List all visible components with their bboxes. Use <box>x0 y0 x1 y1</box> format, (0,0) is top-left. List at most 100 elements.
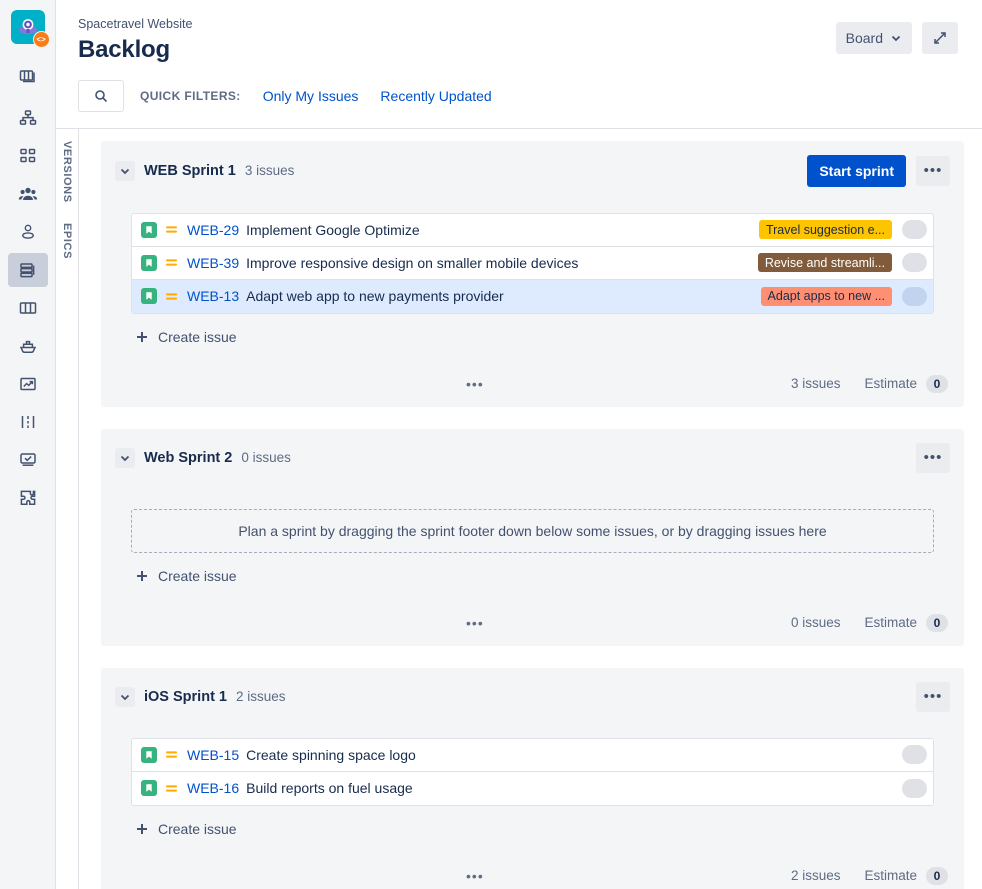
sprint-footer-drag-handle[interactable]: ••• <box>466 377 484 391</box>
equals-glyph-icon <box>166 226 177 234</box>
project-avatar[interactable]: <> <box>10 10 50 48</box>
start-sprint-button[interactable]: Start sprint <box>807 154 906 187</box>
side-panel-tabs: VERSIONS EPICS <box>56 128 79 889</box>
sidebar-item-apps[interactable] <box>8 139 48 173</box>
ship-icon <box>19 340 36 354</box>
sprint-footer-drag-handle[interactable]: ••• <box>466 869 484 883</box>
sprint-more-menu-button[interactable]: ••• <box>916 155 950 186</box>
sprint-footer-estimate-label: Estimate <box>864 376 917 392</box>
sidebar-item-backlog[interactable] <box>7 253 48 287</box>
issue-row[interactable]: WEB-39 Improve responsive design on small… <box>132 246 933 280</box>
sprint-issue-count: 3 issues <box>244 163 295 179</box>
sidebar-item-deployments[interactable] <box>8 443 48 477</box>
issue-row[interactable]: WEB-29 Implement Google Optimize Travel su… <box>132 213 933 247</box>
bookmark-glyph-icon <box>146 751 152 759</box>
epic-tag[interactable]: Adapt apps to new ... <box>760 286 892 306</box>
plus-icon <box>137 331 147 342</box>
assignee-avatar[interactable] <box>902 253 927 273</box>
tab-epics[interactable]: EPICS <box>61 223 73 259</box>
page-title: Backlog <box>78 36 170 63</box>
issue-row[interactable]: WEB-15 Create spinning space logo <box>132 738 933 772</box>
epic-tag[interactable]: Revise and streamli... <box>757 253 892 273</box>
sprint-section: WEB Sprint 1 3 issues Start sprint ••• WEB-2… <box>101 140 964 407</box>
sprint-empty-message: Plan a sprint by dragging the sprint foo… <box>238 522 827 539</box>
issue-key-link[interactable]: WEB-13 <box>187 288 239 304</box>
code-badge-icon: <> <box>32 31 50 48</box>
sprint-list[interactable]: WEB Sprint 1 3 issues Start sprint ••• WEB-2… <box>79 128 982 889</box>
chevron-down-icon <box>120 455 130 462</box>
sprint-footer-issue-count: 2 issues <box>790 868 841 884</box>
sprint-name: iOS Sprint 1 <box>144 688 227 705</box>
sidebar-item-board-list[interactable] <box>8 59 48 93</box>
sprint-footer-estimate-label: Estimate <box>864 868 917 884</box>
hierarchy-icon <box>19 110 36 125</box>
sidebar-item-issues[interactable] <box>8 405 48 439</box>
board-view-dropdown[interactable]: Board <box>835 22 912 54</box>
create-issue-button[interactable]: Create issue <box>129 564 243 588</box>
sprint-section: iOS Sprint 1 2 issues ••• WEB-15 Create spin… <box>101 667 964 889</box>
tab-versions[interactable]: VERSIONS <box>61 141 73 203</box>
create-issue-button[interactable]: Create issue <box>129 325 243 349</box>
sidebar-item-add-item[interactable] <box>8 481 48 515</box>
issue-list: WEB-15 Create spinning space logo WEB-16 Bu… <box>131 737 934 806</box>
sprint-footer-drag-handle[interactable]: ••• <box>466 616 484 630</box>
sprint-collapse-toggle[interactable] <box>115 160 135 181</box>
sidebar-item-releases[interactable] <box>8 329 48 363</box>
sprint-footer-estimate-value: 0 <box>926 866 948 885</box>
expand-fullscreen-button[interactable] <box>922 22 958 54</box>
bookmark-glyph-icon <box>146 784 152 793</box>
equals-glyph-icon <box>166 293 177 300</box>
sidebar-item-person[interactable] <box>8 215 48 249</box>
chevron-down-icon <box>120 694 130 701</box>
sidebar-item-board[interactable] <box>8 291 48 325</box>
sidebar-item-people[interactable] <box>8 177 48 211</box>
sprint-issue-count: 0 issues <box>241 450 291 466</box>
sprint-more-menu-button[interactable]: ••• <box>916 681 950 712</box>
bookmark-glyph-icon <box>146 226 152 234</box>
issue-type-story-icon <box>141 746 157 763</box>
monitor-check-icon <box>19 453 36 466</box>
issue-key-link[interactable]: WEB-39 <box>187 255 239 271</box>
quick-filter-only-my-issues[interactable]: Only My Issues <box>263 88 359 104</box>
sprint-footer-estimate-label: Estimate <box>864 615 917 631</box>
issue-summary: Adapt web app to new payments provider <box>246 288 504 305</box>
epic-tag[interactable]: Travel suggestion e... <box>758 220 892 240</box>
issue-row[interactable]: WEB-16 Build reports on fuel usage <box>132 771 933 805</box>
assignee-avatar[interactable] <box>902 745 927 765</box>
quick-filter-recently-updated[interactable]: Recently Updated <box>380 88 491 104</box>
grid-squares-icon <box>19 148 35 163</box>
sprint-collapse-toggle[interactable] <box>115 447 135 468</box>
sidebar-item-reports[interactable] <box>8 367 48 401</box>
issue-key-link[interactable]: WEB-29 <box>187 222 239 238</box>
create-issue-label: Create issue <box>158 820 237 837</box>
create-issue-button[interactable]: Create issue <box>129 817 243 841</box>
assignee-avatar[interactable] <box>902 778 927 798</box>
equals-glyph-icon <box>166 785 177 792</box>
issue-key-link[interactable]: WEB-16 <box>187 780 239 796</box>
sprint-footer: ••• 2 issues Estimate 0 <box>101 847 964 889</box>
assignee-avatar[interactable] <box>902 286 927 306</box>
chevron-down-icon <box>120 168 130 175</box>
priority-medium-icon <box>165 782 178 795</box>
quick-filters-bar: QUICK FILTERS: Only My Issues Recently U… <box>78 66 958 128</box>
assignee-avatar[interactable] <box>902 220 927 240</box>
sprint-collapse-toggle[interactable] <box>115 686 135 707</box>
backlog-body: VERSIONS EPICS WEB Sprint 1 3 issues Start… <box>56 128 982 889</box>
issue-row[interactable]: WEB-13 Adapt web app to new payments prov… <box>132 279 933 313</box>
sprint-more-menu-button[interactable]: ••• <box>916 442 950 473</box>
plus-icon <box>137 823 147 834</box>
issue-summary: Build reports on fuel usage <box>246 780 413 797</box>
page-header-actions: Board <box>835 16 958 54</box>
sidebar-item-roadmap[interactable] <box>8 101 48 135</box>
breadcrumb[interactable]: Spacetravel Website <box>78 16 192 32</box>
sprint-issue-count: 2 issues <box>236 689 286 705</box>
search-input[interactable] <box>78 80 124 112</box>
sprint-name: WEB Sprint 1 <box>144 162 236 179</box>
person-icon <box>21 224 34 239</box>
issue-key-link[interactable]: WEB-15 <box>187 747 239 763</box>
chart-trend-icon <box>19 377 36 391</box>
page-header-titles: Spacetravel Website Backlog <box>78 16 192 66</box>
board-columns-icon <box>19 302 36 314</box>
sprint-empty-dropzone[interactable]: Plan a sprint by dragging the sprint foo… <box>131 508 934 553</box>
people-icon <box>18 187 37 200</box>
